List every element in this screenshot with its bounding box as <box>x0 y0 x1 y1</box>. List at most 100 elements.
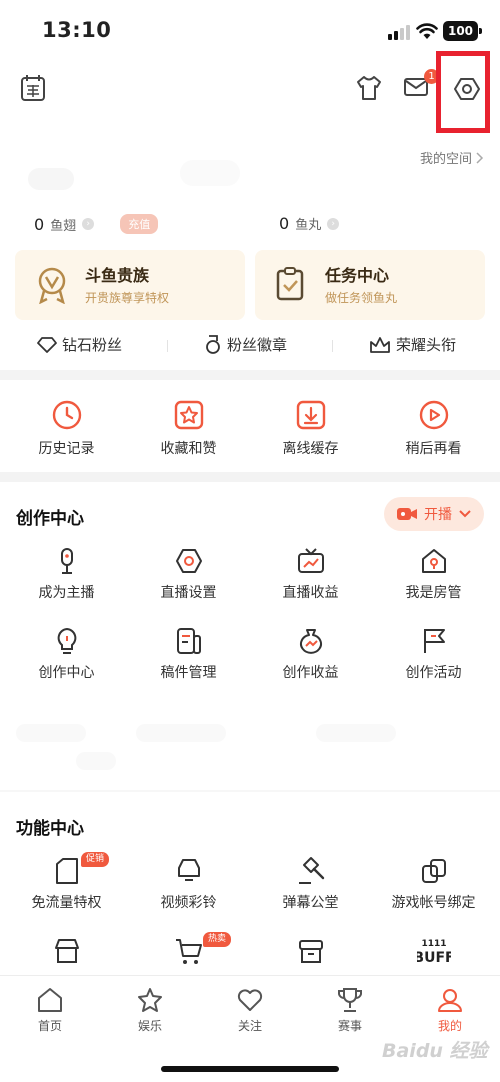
section-divider <box>0 370 500 380</box>
creation-activity-button[interactable]: 创作活动 <box>371 626 496 682</box>
task-center-title: 任务中心 <box>325 266 390 285</box>
become-streamer-label: 成为主播 <box>38 585 95 601</box>
trophy-icon <box>338 988 362 1012</box>
heart-icon <box>237 989 263 1011</box>
creation-earnings-button[interactable]: 创作收益 <box>248 626 373 682</box>
video-ringtone-button[interactable]: 视频彩铃 <box>126 856 251 912</box>
live-earnings-button[interactable]: 直播收益 <box>248 546 373 602</box>
room-manager-label: 我是房管 <box>405 585 462 601</box>
tab-home-label: 首页 <box>37 1019 62 1033</box>
blurred-banner <box>16 716 484 776</box>
wifi-icon <box>416 22 438 40</box>
noble-medal-icon <box>38 267 66 304</box>
gavel-icon <box>298 857 324 884</box>
settings-icon <box>175 549 202 573</box>
document-icon <box>176 628 201 654</box>
sim-card-icon <box>55 858 78 884</box>
section-divider <box>0 790 500 792</box>
game-account-binding-button[interactable]: 游戏帐号绑定 <box>371 856 496 912</box>
data-free-button[interactable]: 免流量特权 <box>4 856 129 912</box>
tab-me-label: 我的 <box>437 1019 462 1033</box>
video-ringtone-label: 视频彩铃 <box>160 895 217 911</box>
fan-badge-label: 粉丝徽章 <box>227 336 288 354</box>
lightbulb-icon <box>57 627 76 654</box>
cart-button[interactable] <box>126 936 251 966</box>
offline-cache-label: 离线缓存 <box>282 441 339 457</box>
watch-later-button[interactable]: 稍后再看 <box>371 398 496 458</box>
honor-title-link[interactable]: 荣耀头衔 <box>369 334 456 355</box>
signal-icon <box>388 24 412 40</box>
fish-fin-wallet[interactable]: 0 鱼翅 › 充值 <box>34 214 159 234</box>
house-icon <box>421 549 446 573</box>
chevron-circle-icon: › <box>82 218 95 230</box>
cart-icon <box>175 939 202 964</box>
my-space-link[interactable]: 我的空间 <box>420 148 484 167</box>
my-space-label: 我的空间 <box>419 152 472 167</box>
home-icon <box>38 988 62 1012</box>
link-icon <box>421 859 446 883</box>
honor-title-label: 荣耀头衔 <box>396 336 457 354</box>
buff-button[interactable]: 1111 BUFF <box>371 936 496 966</box>
badge-icon <box>206 334 220 354</box>
money-bag-icon <box>299 629 322 654</box>
buff-logo-icon: 1111 BUFF <box>417 939 451 966</box>
manuscript-management-button[interactable]: 稿件管理 <box>126 626 251 682</box>
noble-title: 斗鱼贵族 <box>85 266 150 285</box>
divider <box>167 340 168 352</box>
flag-icon <box>423 629 445 653</box>
check-in-icon[interactable] <box>20 74 46 102</box>
watermark: Baidu 经验 <box>382 1040 488 1062</box>
history-label: 历史记录 <box>38 441 95 457</box>
noble-card[interactable]: 斗鱼贵族 开贵族尊享特权 <box>15 250 245 320</box>
task-center-card[interactable]: 任务中心 做任务领鱼丸 <box>255 250 485 320</box>
user-icon <box>438 989 462 1012</box>
watch-later-label: 稍后再看 <box>405 441 462 457</box>
diamond-fans-link[interactable]: 钻石粉丝 <box>37 334 122 355</box>
buff-logo-text: BUFF <box>417 950 451 966</box>
fan-badge-link[interactable]: 粉丝徽章 <box>204 334 287 355</box>
live-settings-button[interactable]: 直播设置 <box>126 546 251 602</box>
history-button[interactable]: 历史记录 <box>4 398 129 458</box>
data-free-label: 免流量特权 <box>31 895 102 911</box>
download-icon <box>296 400 325 430</box>
tab-events[interactable]: 赛事 <box>300 986 400 1034</box>
shop-button[interactable] <box>4 936 129 966</box>
danmaku-court-label: 弹幕公堂 <box>282 895 339 911</box>
diamond-fans-label: 钻石粉丝 <box>62 336 123 354</box>
creation-earnings-label: 创作收益 <box>282 665 339 681</box>
creator-center-button[interactable]: 创作中心 <box>4 626 129 682</box>
fish-fin-label: 鱼翅 <box>50 218 77 234</box>
box-button[interactable] <box>248 936 373 966</box>
microphone-icon <box>60 548 73 574</box>
star-icon <box>138 988 162 1012</box>
avatar-placeholder <box>28 168 74 190</box>
username-placeholder <box>180 160 240 186</box>
tab-follow-label: 关注 <box>237 1019 262 1033</box>
fish-ball-wallet[interactable]: 0 鱼丸 › <box>279 214 340 233</box>
live-earnings-label: 直播收益 <box>282 585 339 601</box>
tab-home[interactable]: 首页 <box>0 986 100 1034</box>
fan-links: 钻石粉丝 粉丝徽章 荣耀头衔 <box>0 334 500 358</box>
status-bar: 13:10 100 <box>0 0 500 60</box>
danmaku-court-button[interactable]: 弹幕公堂 <box>248 856 373 912</box>
become-streamer-button[interactable]: 成为主播 <box>4 546 129 602</box>
go-live-button[interactable]: 开播 <box>384 497 484 531</box>
noble-subtitle: 开贵族尊享特权 <box>85 291 170 305</box>
home-indicator <box>161 1066 339 1072</box>
chevron-circle-icon: › <box>327 217 340 230</box>
buff-logo-top-text: 1111 <box>421 939 446 949</box>
recharge-button[interactable]: 充值 <box>120 214 159 234</box>
task-center-subtitle: 做任务领鱼丸 <box>325 291 398 305</box>
game-account-binding-label: 游戏帐号绑定 <box>391 895 476 911</box>
creation-activity-label: 创作活动 <box>405 665 462 681</box>
shirt-icon[interactable] <box>355 74 383 102</box>
store-icon <box>54 939 79 963</box>
tab-entertainment[interactable]: 娱乐 <box>100 986 200 1034</box>
room-manager-button[interactable]: 我是房管 <box>371 546 496 602</box>
function-center-title: 功能中心 <box>16 819 84 839</box>
tab-me[interactable]: 我的 <box>400 986 500 1034</box>
star-box-icon <box>174 400 203 430</box>
favorites-button[interactable]: 收藏和赞 <box>126 398 251 458</box>
tab-follow[interactable]: 关注 <box>200 986 300 1034</box>
offline-cache-button[interactable]: 离线缓存 <box>248 398 373 458</box>
